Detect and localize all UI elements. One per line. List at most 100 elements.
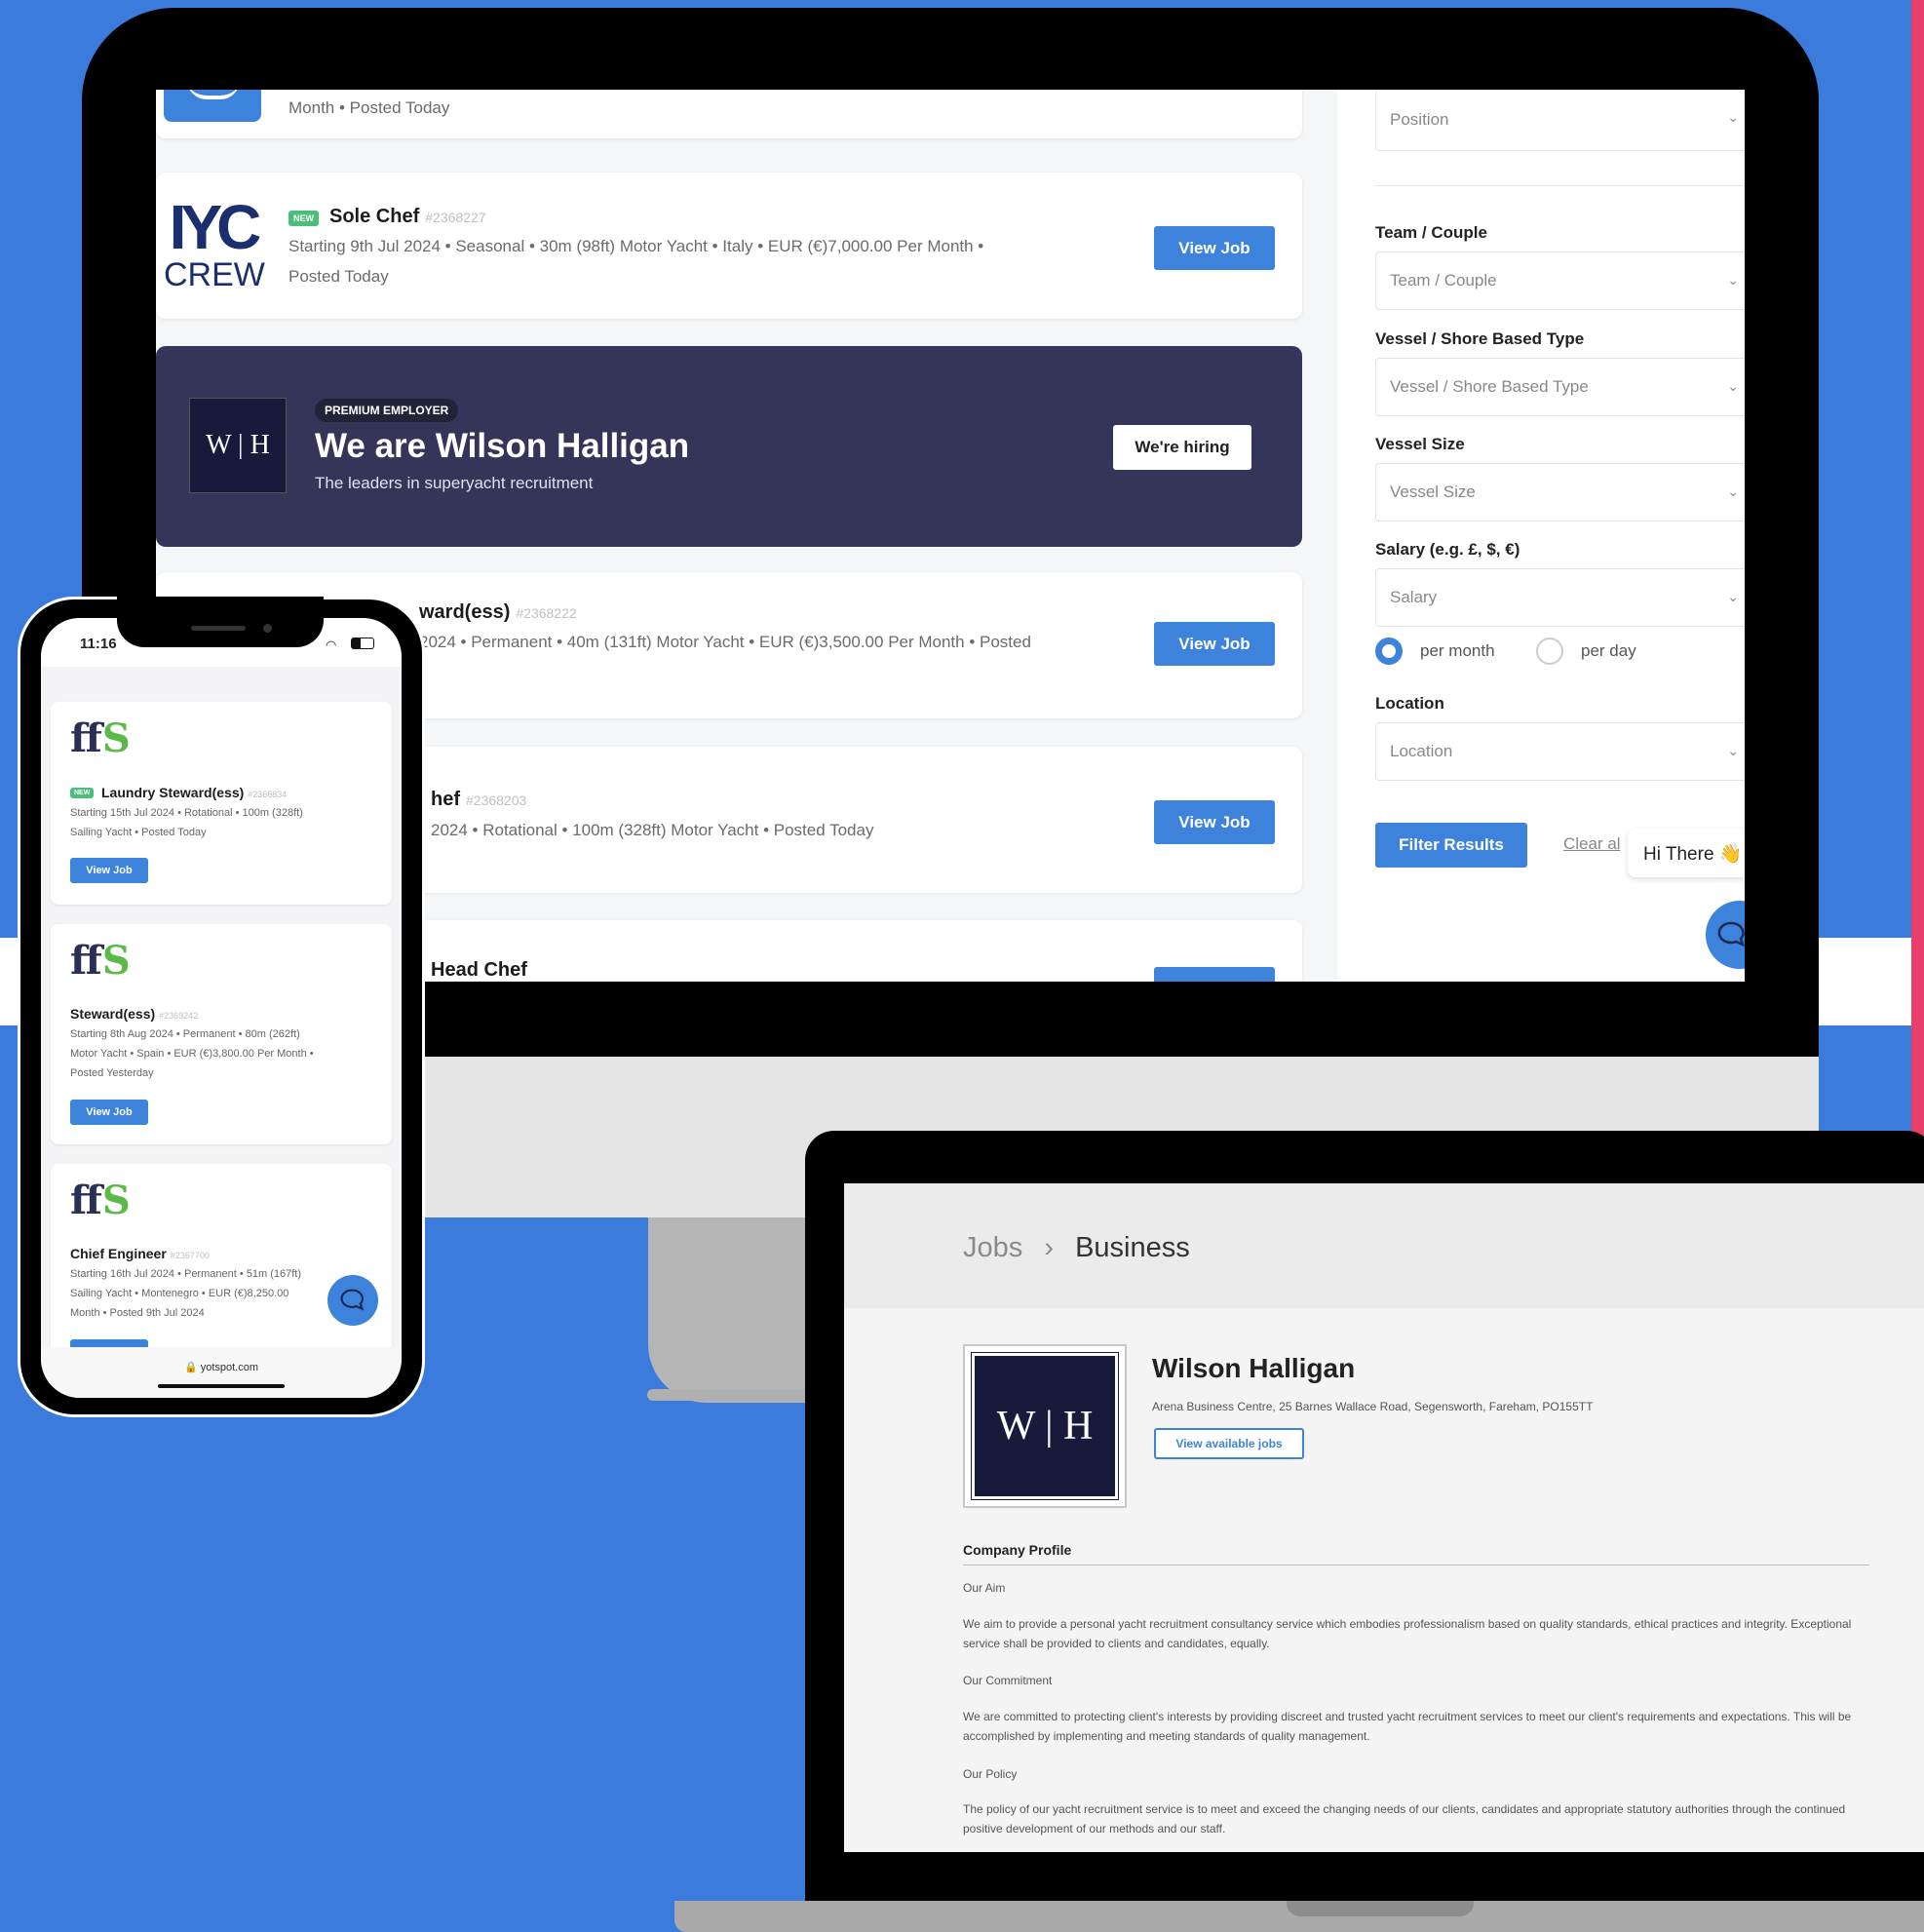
mobile-job-list: 11:16 ◠ ffS NEW Laundry Steward(ess) #236… (41, 618, 402, 1398)
chevron-down-icon: ⌄ (1727, 272, 1739, 288)
company-profile-page: Jobs › Business W | H Wilson Halligan Ar… (844, 1183, 1924, 1852)
view-job-button[interactable]: View Job (70, 1100, 148, 1125)
chevron-down-icon: ⌄ (1727, 483, 1739, 499)
view-available-jobs-button[interactable]: View available jobs (1154, 1428, 1304, 1459)
chat-icon (1717, 921, 1745, 947)
job-title[interactable]: Laundry Steward(ess) #2368834 (101, 785, 287, 800)
vessel-size-select[interactable]: Vessel Size ⌄ (1375, 463, 1745, 522)
policy-heading: Our Policy (963, 1767, 1018, 1781)
divider (1375, 185, 1745, 186)
job-title[interactable]: Sole Chef #2368227 (329, 206, 486, 228)
view-job-button[interactable]: View Job (1154, 226, 1275, 270)
banner-subtitle: The leaders in superyacht recruitment (315, 474, 594, 492)
chevron-down-icon: ⌄ (1727, 378, 1739, 394)
vessel-type-select[interactable]: Vessel / Shore Based Type ⌄ (1375, 358, 1745, 416)
chevron-right-icon: › (1044, 1232, 1054, 1263)
clear-all-link[interactable]: Clear al (1563, 834, 1621, 854)
job-title[interactable]: Head Chef (431, 959, 527, 982)
url-display[interactable]: 🔒 yotspot.com (41, 1361, 402, 1373)
job-meta: Starting 15th Jul 2024 • Rotational • 10… (70, 807, 303, 819)
company-logo-iyc: IYC CREW (164, 192, 265, 293)
phone-notch (117, 597, 324, 647)
chat-greeting-bubble[interactable]: Hi There 👋 (1628, 829, 1745, 877)
position-select[interactable]: Position ⌄ (1375, 90, 1745, 151)
view-job-button-partial[interactable] (1154, 967, 1275, 982)
commitment-heading: Our Commitment (963, 1674, 1053, 1687)
chevron-down-icon: ⌄ (1727, 109, 1739, 125)
premium-employer-banner[interactable]: W | H PREMIUM EMPLOYER We are Wilson Hal… (156, 346, 1302, 547)
job-meta: 2024 • Rotational • 100m (328ft) Motor Y… (431, 821, 874, 839)
job-title[interactable]: Steward(ess) #2369242 (70, 1006, 198, 1022)
were-hiring-button[interactable]: We're hiring (1113, 425, 1251, 470)
job-card-sole-chef[interactable]: IYC CREW NEW Sole Chef #2368227 Starting … (156, 173, 1302, 319)
per-month-label: per month (1420, 641, 1495, 660)
chevron-down-icon: ⌄ (1727, 743, 1739, 758)
wifi-icon: ◠ (326, 638, 337, 652)
job-ref: #2368834 (248, 790, 288, 799)
job-meta-line2: Motor Yacht • Spain • EUR (€)3,800.00 Pe… (70, 1048, 314, 1060)
new-badge: NEW (70, 788, 95, 798)
team-couple-select[interactable]: Team / Couple ⌄ (1375, 251, 1745, 310)
job-meta: Starting 8th Aug 2024 • Permanent • 80m … (70, 1028, 300, 1040)
job-title[interactable]: hef #2368203 (431, 789, 526, 811)
job-ref: #2368222 (516, 605, 577, 621)
company-logo-frame: W | H (963, 1344, 1127, 1508)
vessel-size-label: Vessel Size (1375, 435, 1465, 453)
job-ref: #2368203 (466, 792, 527, 808)
premium-employer-tag: PREMIUM EMPLOYER (315, 399, 459, 422)
company-logo-fs: ffS (70, 1178, 131, 1223)
location-select[interactable]: Location ⌄ (1375, 722, 1745, 781)
lock-icon: 🔒 (183, 1362, 198, 1373)
accent-edge (1911, 0, 1924, 1277)
job-title[interactable]: Chief Engineer #2367700 (70, 1246, 210, 1261)
job-ref: #2367700 (170, 1251, 210, 1260)
view-job-button[interactable]: View Job (1154, 800, 1275, 844)
chat-launcher-button[interactable] (327, 1275, 378, 1326)
job-meta: Starting 16th Jul 2024 • Permanent • 51m… (70, 1268, 301, 1280)
breadcrumb-current: Business (1075, 1232, 1190, 1263)
breadcrumb-bar: Jobs › Business (844, 1183, 1924, 1308)
job-title[interactable]: ward(ess) #2368222 (419, 601, 577, 624)
per-day-label: per day (1581, 641, 1636, 660)
per-month-radio[interactable] (1375, 638, 1403, 665)
wilson-halligan-logo: W | H (189, 398, 287, 493)
view-job-button[interactable]: View Job (1154, 622, 1275, 666)
job-meta-line3: Posted Yesterday (70, 1067, 154, 1079)
salary-select[interactable]: Salary ⌄ (1375, 568, 1745, 627)
browser-bar: 🔒 yotspot.com (41, 1347, 402, 1398)
wilson-halligan-logo: W | H (971, 1352, 1119, 1500)
speaker-grille (191, 626, 246, 631)
per-day-radio[interactable] (1536, 638, 1563, 665)
view-job-button[interactable]: View Job (70, 858, 148, 883)
chevron-down-icon: ⌄ (1727, 589, 1739, 604)
aim-text: We aim to provide a personal yacht recru… (963, 1617, 1852, 1650)
camera-dot (263, 624, 272, 633)
battery-icon (351, 638, 374, 649)
policy-text: The policy of our yacht recruitment serv… (963, 1802, 1846, 1835)
laptop-notch (1287, 1901, 1474, 1916)
company-logo-fs: ffS (70, 715, 131, 761)
company-address: Arena Business Centre, 25 Barnes Wallace… (1152, 1400, 1594, 1413)
company-name: Wilson Halligan (1152, 1353, 1356, 1383)
home-indicator (158, 1384, 285, 1388)
commitment-text: We are committed to protecting client's … (963, 1710, 1852, 1743)
chat-icon (340, 1289, 365, 1311)
company-profile-heading: Company Profile (963, 1542, 1072, 1558)
job-meta-line3: Month • Posted 9th Jul 2024 (70, 1307, 205, 1319)
team-couple-label: Team / Couple (1375, 223, 1487, 242)
new-badge: NEW (289, 211, 319, 226)
mobile-job-card[interactable]: ffS Steward(ess) #2369242 Starting 8th Au… (51, 924, 392, 1144)
filter-results-button[interactable]: Filter Results (1375, 823, 1527, 868)
job-ref: #2368227 (425, 210, 486, 225)
breadcrumb-jobs[interactable]: Jobs (963, 1232, 1022, 1263)
job-meta-line2: Posted Today (289, 267, 389, 286)
job-meta: 2024 • Permanent • 40m (131ft) Motor Yac… (419, 633, 1031, 651)
company-logo (164, 90, 261, 122)
mobile-job-card[interactable]: ffS NEW Laundry Steward(ess) #2368834 Sta… (51, 702, 392, 905)
aim-heading: Our Aim (963, 1581, 1006, 1595)
breadcrumb: Jobs › Business (963, 1232, 1190, 1264)
location-label: Location (1375, 694, 1444, 713)
mobile-job-card[interactable]: ffS Chief Engineer #2367700 Starting 16th… (51, 1164, 392, 1378)
status-time: 11:16 (80, 636, 117, 652)
job-meta-line2: Sailing Yacht • Posted Today (70, 827, 207, 838)
